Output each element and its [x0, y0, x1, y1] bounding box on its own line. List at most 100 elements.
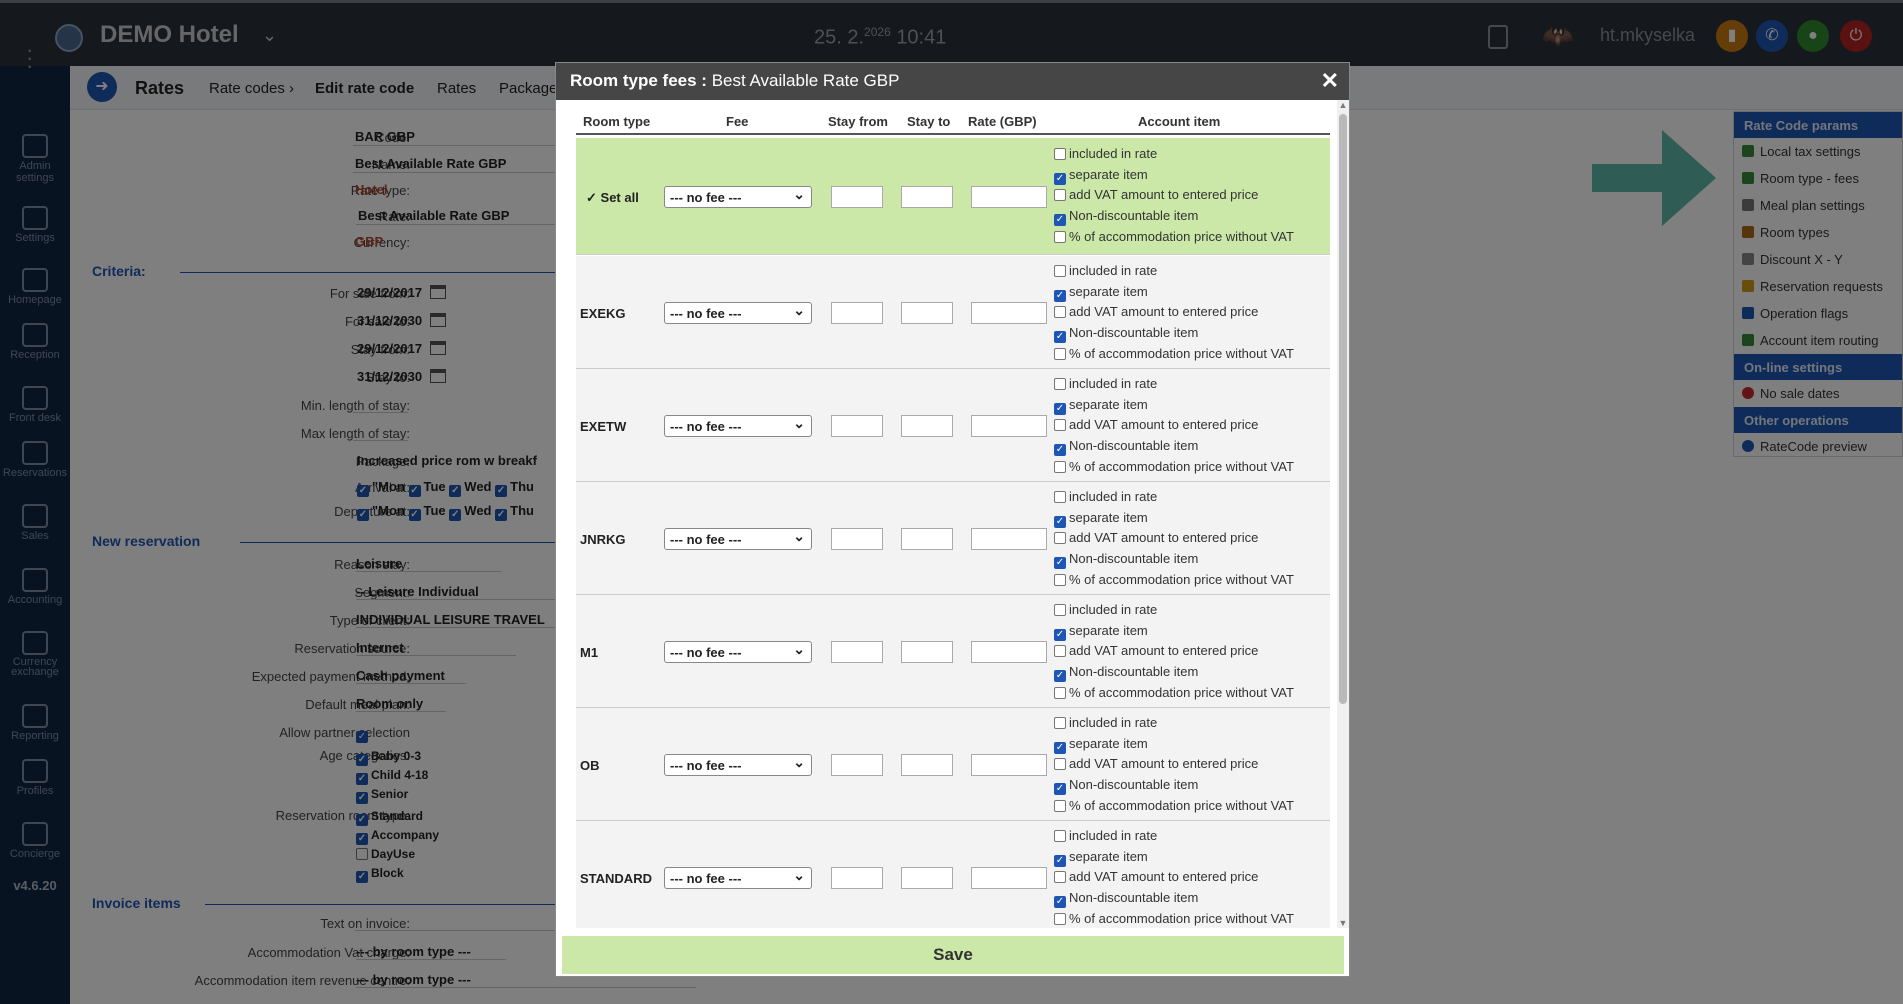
room-type-label: OB: [580, 758, 600, 773]
account-item-options: included in rate ✓ separate item add VAT am…: [1054, 713, 1294, 817]
account-item-checkbox[interactable]: add VAT amount to entered price: [1054, 867, 1294, 888]
table-row: JNRKG --- no fee --- included in rate✓sepa…: [576, 482, 1330, 595]
account-item-checkbox[interactable]: ✓ separate item: [1054, 508, 1294, 529]
account-item-checkbox[interactable]: % of accommodation price without VAT: [1054, 909, 1294, 928]
account-item-checkbox[interactable]: add VAT amount to entered price: [1054, 302, 1294, 323]
dialog-title-bold: Room type fees :: [570, 71, 707, 90]
stay-to-input[interactable]: [901, 415, 953, 437]
account-item-checkbox[interactable]: ✓ separate item: [1054, 734, 1294, 755]
account-item-checkbox[interactable]: % of accommodation price without VAT: [1054, 344, 1294, 365]
table-row: EXEKG --- no fee --- included in rate✓sepa…: [576, 256, 1330, 369]
account-item-checkbox[interactable]: included in rate: [1054, 600, 1294, 621]
account-item-checkbox[interactable]: ✓ separate item: [1054, 847, 1294, 868]
dialog-body: Room type Fee Stay from Stay to Rate (GB…: [556, 100, 1349, 928]
account-item-checkbox[interactable]: add VAT amount to entered price: [1054, 185, 1294, 206]
account-item-options: included in rate ✓ separate item add VAT am…: [1054, 487, 1294, 591]
header-stay-to: Stay to: [907, 114, 951, 129]
rate-input[interactable]: [971, 641, 1047, 663]
stay-to-input[interactable]: [901, 641, 953, 663]
rate-input[interactable]: [971, 867, 1047, 889]
account-item-checkbox[interactable]: % of accommodation price without VAT: [1054, 683, 1294, 704]
stay-to-input[interactable]: [901, 186, 953, 208]
close-icon[interactable]: ✕: [1321, 69, 1339, 93]
account-item-checkbox[interactable]: ✓ Non-discountable item: [1054, 549, 1294, 570]
rate-input[interactable]: [971, 186, 1047, 208]
account-item-checkbox[interactable]: included in rate: [1054, 826, 1294, 847]
stay-from-input[interactable]: [831, 415, 883, 437]
account-item-options: included in rate ✓ separate item add VAT am…: [1054, 261, 1294, 365]
account-item-checkbox[interactable]: % of accommodation price without VAT: [1054, 457, 1294, 478]
account-item-checkbox[interactable]: ✓ separate item: [1054, 282, 1294, 303]
table-row: EXETW --- no fee --- included in rate✓sepa…: [576, 369, 1330, 482]
account-item-checkbox[interactable]: add VAT amount to entered price: [1054, 754, 1294, 775]
account-item-checkbox[interactable]: ✓ Non-discountable item: [1054, 206, 1294, 227]
account-item-checkbox[interactable]: ✓ Non-discountable item: [1054, 323, 1294, 344]
account-item-options: included in rate ✓ separate item add VAT am…: [1054, 144, 1294, 248]
fee-select[interactable]: --- no fee ---: [664, 302, 812, 324]
stay-to-input[interactable]: [901, 867, 953, 889]
fee-select[interactable]: --- no fee ---: [664, 415, 812, 437]
rate-input[interactable]: [971, 754, 1047, 776]
fee-select[interactable]: --- no fee ---: [664, 754, 812, 776]
account-item-checkbox[interactable]: add VAT amount to entered price: [1054, 641, 1294, 662]
stay-from-input[interactable]: [831, 302, 883, 324]
account-item-checkbox[interactable]: % of accommodation price without VAT: [1054, 796, 1294, 817]
account-item-checkbox[interactable]: ✓ Non-discountable item: [1054, 888, 1294, 909]
scroll-down-icon[interactable]: ▼: [1338, 918, 1348, 928]
table-header: Room type Fee Stay from Stay to Rate (GB…: [576, 110, 1330, 135]
stay-from-input[interactable]: [831, 528, 883, 550]
save-button[interactable]: Save: [562, 936, 1344, 974]
dialog-title-bar: Room type fees : Best Available Rate GBP…: [556, 63, 1349, 100]
stay-to-input[interactable]: [901, 302, 953, 324]
scroll-thumb[interactable]: [1339, 114, 1347, 704]
account-item-checkbox[interactable]: included in rate: [1054, 144, 1294, 165]
account-item-checkbox[interactable]: included in rate: [1054, 374, 1294, 395]
fee-select[interactable]: --- no fee ---: [664, 528, 812, 550]
account-item-checkbox[interactable]: add VAT amount to entered price: [1054, 415, 1294, 436]
account-item-checkbox[interactable]: included in rate: [1054, 487, 1294, 508]
account-item-checkbox[interactable]: ✓ Non-discountable item: [1054, 662, 1294, 683]
fee-select[interactable]: --- no fee ---: [664, 867, 812, 889]
stay-to-input[interactable]: [901, 754, 953, 776]
header-rate: Rate (GBP): [968, 114, 1037, 129]
stay-from-input[interactable]: [831, 641, 883, 663]
account-item-checkbox[interactable]: add VAT amount to entered price: [1054, 528, 1294, 549]
account-item-options: included in rate ✓ separate item add VAT am…: [1054, 600, 1294, 704]
set-all-row: ✓ Set all--- no fee ---included in rate✓…: [576, 138, 1330, 255]
account-item-checkbox[interactable]: ✓ Non-discountable item: [1054, 436, 1294, 457]
account-item-checkbox[interactable]: included in rate: [1054, 261, 1294, 282]
dialog-title: Best Available Rate GBP: [706, 71, 900, 90]
account-item-checkbox[interactable]: ✓ separate item: [1054, 621, 1294, 642]
rate-input[interactable]: [971, 528, 1047, 550]
set-all-button[interactable]: ✓ Set all: [586, 190, 639, 206]
table-row: M1 --- no fee --- included in rate✓separat…: [576, 595, 1330, 708]
fee-select[interactable]: --- no fee ---: [664, 641, 812, 663]
room-type-fees-dialog: Room type fees : Best Available Rate GBP…: [555, 62, 1350, 977]
stay-from-input[interactable]: [831, 867, 883, 889]
account-item-checkbox[interactable]: ✓ separate item: [1054, 165, 1294, 186]
room-type-label: STANDARD: [580, 871, 652, 886]
header-fee: Fee: [726, 114, 749, 129]
header-stay-from: Stay from: [828, 114, 888, 129]
stay-from-input[interactable]: [831, 754, 883, 776]
rate-input[interactable]: [971, 415, 1047, 437]
account-item-checkbox[interactable]: included in rate: [1054, 713, 1294, 734]
room-type-label: EXETW: [580, 419, 627, 434]
room-type-label: M1: [580, 645, 599, 660]
stay-to-input[interactable]: [901, 528, 953, 550]
account-item-checkbox[interactable]: % of accommodation price without VAT: [1054, 570, 1294, 591]
check-icon: ✓: [586, 190, 597, 205]
rate-input[interactable]: [971, 302, 1047, 324]
scrollbar[interactable]: ▲ ▼: [1337, 100, 1349, 928]
account-item-checkbox[interactable]: ✓ Non-discountable item: [1054, 775, 1294, 796]
account-item-checkbox[interactable]: % of accommodation price without VAT: [1054, 227, 1294, 248]
stay-from-input[interactable]: [831, 186, 883, 208]
room-type-label: JNRKG: [580, 532, 626, 547]
fee-select[interactable]: --- no fee ---: [664, 186, 812, 208]
room-type-label: EXEKG: [580, 306, 626, 321]
table-row: OB --- no fee --- included in rate✓separat…: [576, 708, 1330, 821]
scroll-up-icon[interactable]: ▲: [1338, 100, 1348, 110]
header-account-item: Account item: [1138, 114, 1221, 129]
table-row: STANDARD --- no fee --- included in rate✓s…: [576, 821, 1330, 928]
account-item-checkbox[interactable]: ✓ separate item: [1054, 395, 1294, 416]
